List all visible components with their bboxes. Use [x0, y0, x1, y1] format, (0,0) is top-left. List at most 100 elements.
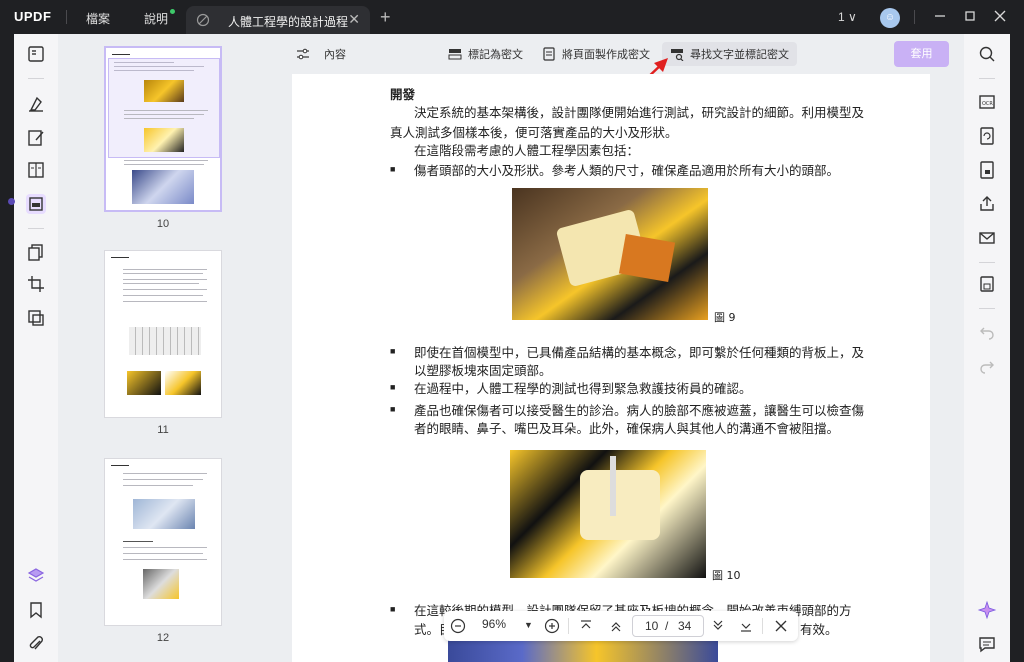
- chat-icon[interactable]: [977, 634, 997, 654]
- convert-icon[interactable]: [977, 126, 997, 146]
- search-icon[interactable]: [977, 44, 997, 64]
- divider: [979, 262, 995, 263]
- mark-for-redaction-button[interactable]: 標記為密文: [448, 46, 523, 62]
- find-and-redact-button[interactable]: 尋找文字並標記密文: [662, 42, 797, 66]
- pdf-page: 開發 決定系統的基本架構後，設計團隊便開始進行測試，研究設計的細節。利用模型及 …: [292, 74, 930, 662]
- divider: [28, 78, 44, 79]
- figure-caption: 圖 10: [712, 569, 741, 582]
- page-thumbnail[interactable]: [104, 250, 222, 418]
- first-page-icon[interactable]: [578, 618, 594, 634]
- total-pages: 34: [678, 619, 692, 633]
- list-item: 以塑膠板塊來固定頭部。: [414, 363, 552, 378]
- share-icon[interactable]: [977, 194, 997, 214]
- save-icon[interactable]: [977, 274, 997, 294]
- tab-title: 人體工程學的設計過程: [228, 15, 349, 29]
- new-tab-icon[interactable]: +: [380, 7, 391, 28]
- contents-label: 內容: [324, 49, 346, 61]
- divider: [28, 228, 44, 229]
- minimize-icon[interactable]: [932, 8, 948, 24]
- figure-image: [510, 450, 706, 578]
- thumbnail-page-number: 12: [156, 632, 170, 644]
- protect-icon[interactable]: [977, 160, 997, 180]
- bullet-icon: ■: [390, 404, 396, 414]
- page-input[interactable]: 10 / 34: [632, 615, 704, 637]
- attachment-icon[interactable]: [26, 634, 46, 654]
- thumbnail-page-number: 11: [157, 424, 169, 436]
- mark-label: 標記為密文: [468, 49, 523, 61]
- avatar[interactable]: ☺: [880, 8, 900, 28]
- organize-pages-icon[interactable]: [26, 242, 46, 262]
- bookmark-icon[interactable]: [26, 600, 46, 620]
- bullet-icon: ■: [390, 346, 396, 356]
- last-page-icon[interactable]: [738, 618, 754, 634]
- current-page: 10: [645, 619, 659, 633]
- paragraph-line: 決定系統的基本架構後，設計團隊便開始進行測試，研究設計的細節。利用模型及: [414, 105, 865, 120]
- divider: [979, 308, 995, 309]
- bullet-icon: ■: [390, 382, 396, 392]
- maximize-icon[interactable]: [962, 8, 978, 24]
- divider: [762, 618, 763, 634]
- crop-icon[interactable]: [26, 274, 46, 294]
- zoom-out-icon[interactable]: [450, 618, 466, 634]
- figure-image: [512, 188, 708, 320]
- window-count[interactable]: 1 ∨: [838, 10, 857, 24]
- page-separator: /: [665, 619, 669, 633]
- sliders-icon: [297, 48, 309, 60]
- redo-icon[interactable]: [977, 356, 997, 376]
- edit-pdf-icon[interactable]: [26, 128, 46, 148]
- list-item: 在過程中，人體工程學的測試也得到緊急救護技術員的確認。: [414, 381, 752, 396]
- document-tab[interactable]: 人體工程學的設計過程 ✕: [186, 6, 370, 34]
- close-tab-icon[interactable]: ✕: [348, 11, 360, 28]
- tools-icon[interactable]: [26, 308, 46, 328]
- list-item: 有效。: [800, 622, 838, 637]
- app-logo: UPDF: [14, 9, 52, 24]
- zoom-in-icon[interactable]: [544, 618, 560, 634]
- zoom-level[interactable]: 96%: [482, 617, 506, 631]
- email-icon[interactable]: [977, 228, 997, 248]
- panel-indicator: [8, 198, 15, 205]
- zoom-dropdown-icon[interactable]: ▼: [524, 620, 533, 630]
- close-window-icon[interactable]: [992, 8, 1008, 24]
- divider: [66, 10, 67, 24]
- divider: [914, 10, 915, 24]
- svg-text:OCR: OCR: [982, 101, 993, 107]
- page-thumbnail[interactable]: [104, 458, 222, 626]
- redact-tab-icon: [196, 13, 210, 27]
- title-bar: UPDF 檔案 說明 人體工程學的設計過程 ✕ + 1 ∨ ☺: [0, 0, 1024, 34]
- undo-icon[interactable]: [977, 322, 997, 342]
- reader-icon[interactable]: [26, 44, 46, 64]
- page-thumbnail[interactable]: [104, 46, 222, 212]
- layers-icon[interactable]: [26, 566, 46, 586]
- ocr-icon[interactable]: OCR: [977, 92, 997, 112]
- find-redact-label: 尋找文字並標記密文: [690, 49, 789, 61]
- section-heading: 開發: [390, 87, 416, 102]
- window-border: [1010, 34, 1024, 662]
- left-toolbar: [14, 34, 58, 662]
- next-page-icon[interactable]: [710, 618, 726, 634]
- zoom-bar: 96% ▼ 10 / 34: [444, 611, 798, 641]
- menu-help[interactable]: 說明: [144, 10, 168, 27]
- page-redact-icon: [543, 47, 555, 61]
- bullet-icon: ■: [390, 604, 396, 614]
- form-icon[interactable]: [26, 160, 46, 180]
- paragraph-line: 真人測試多個樣本後，便可落實產品的大小及形狀。: [390, 125, 678, 140]
- close-icon[interactable]: [774, 619, 788, 633]
- ai-assistant-icon[interactable]: [977, 600, 997, 620]
- mark-redact-icon: [448, 49, 462, 60]
- thumbnail-page-number: 10: [156, 218, 170, 230]
- redact-icon[interactable]: [26, 194, 46, 214]
- figure-caption: 圖 9: [714, 311, 736, 324]
- paragraph-line: 在這階段需考慮的人體工程學因素包括：: [414, 143, 640, 158]
- list-item: 傷者頭部的大小及形狀。參考人類的尺寸，確保產品適用於所有大小的頭部。: [414, 163, 840, 178]
- document-viewer: 內容 標記為密文 將頁面製作成密文 尋找文字並標記密文 套用 開發 決定系統的基…: [276, 34, 964, 662]
- figure-image: [448, 640, 718, 662]
- divider: [979, 78, 995, 79]
- list-item: 者的眼睛、鼻子、嘴巴及耳朵。此外，確保病人與其他人的溝通不會被阻擋。: [414, 421, 840, 436]
- contents-button[interactable]: 內容: [296, 46, 346, 62]
- thumbnail-panel: 10 11 12: [58, 34, 276, 662]
- apply-button[interactable]: 套用: [894, 41, 949, 67]
- divider: [568, 618, 569, 634]
- prev-page-icon[interactable]: [608, 618, 624, 634]
- comment-icon[interactable]: [26, 94, 46, 114]
- menu-file[interactable]: 檔案: [86, 10, 110, 27]
